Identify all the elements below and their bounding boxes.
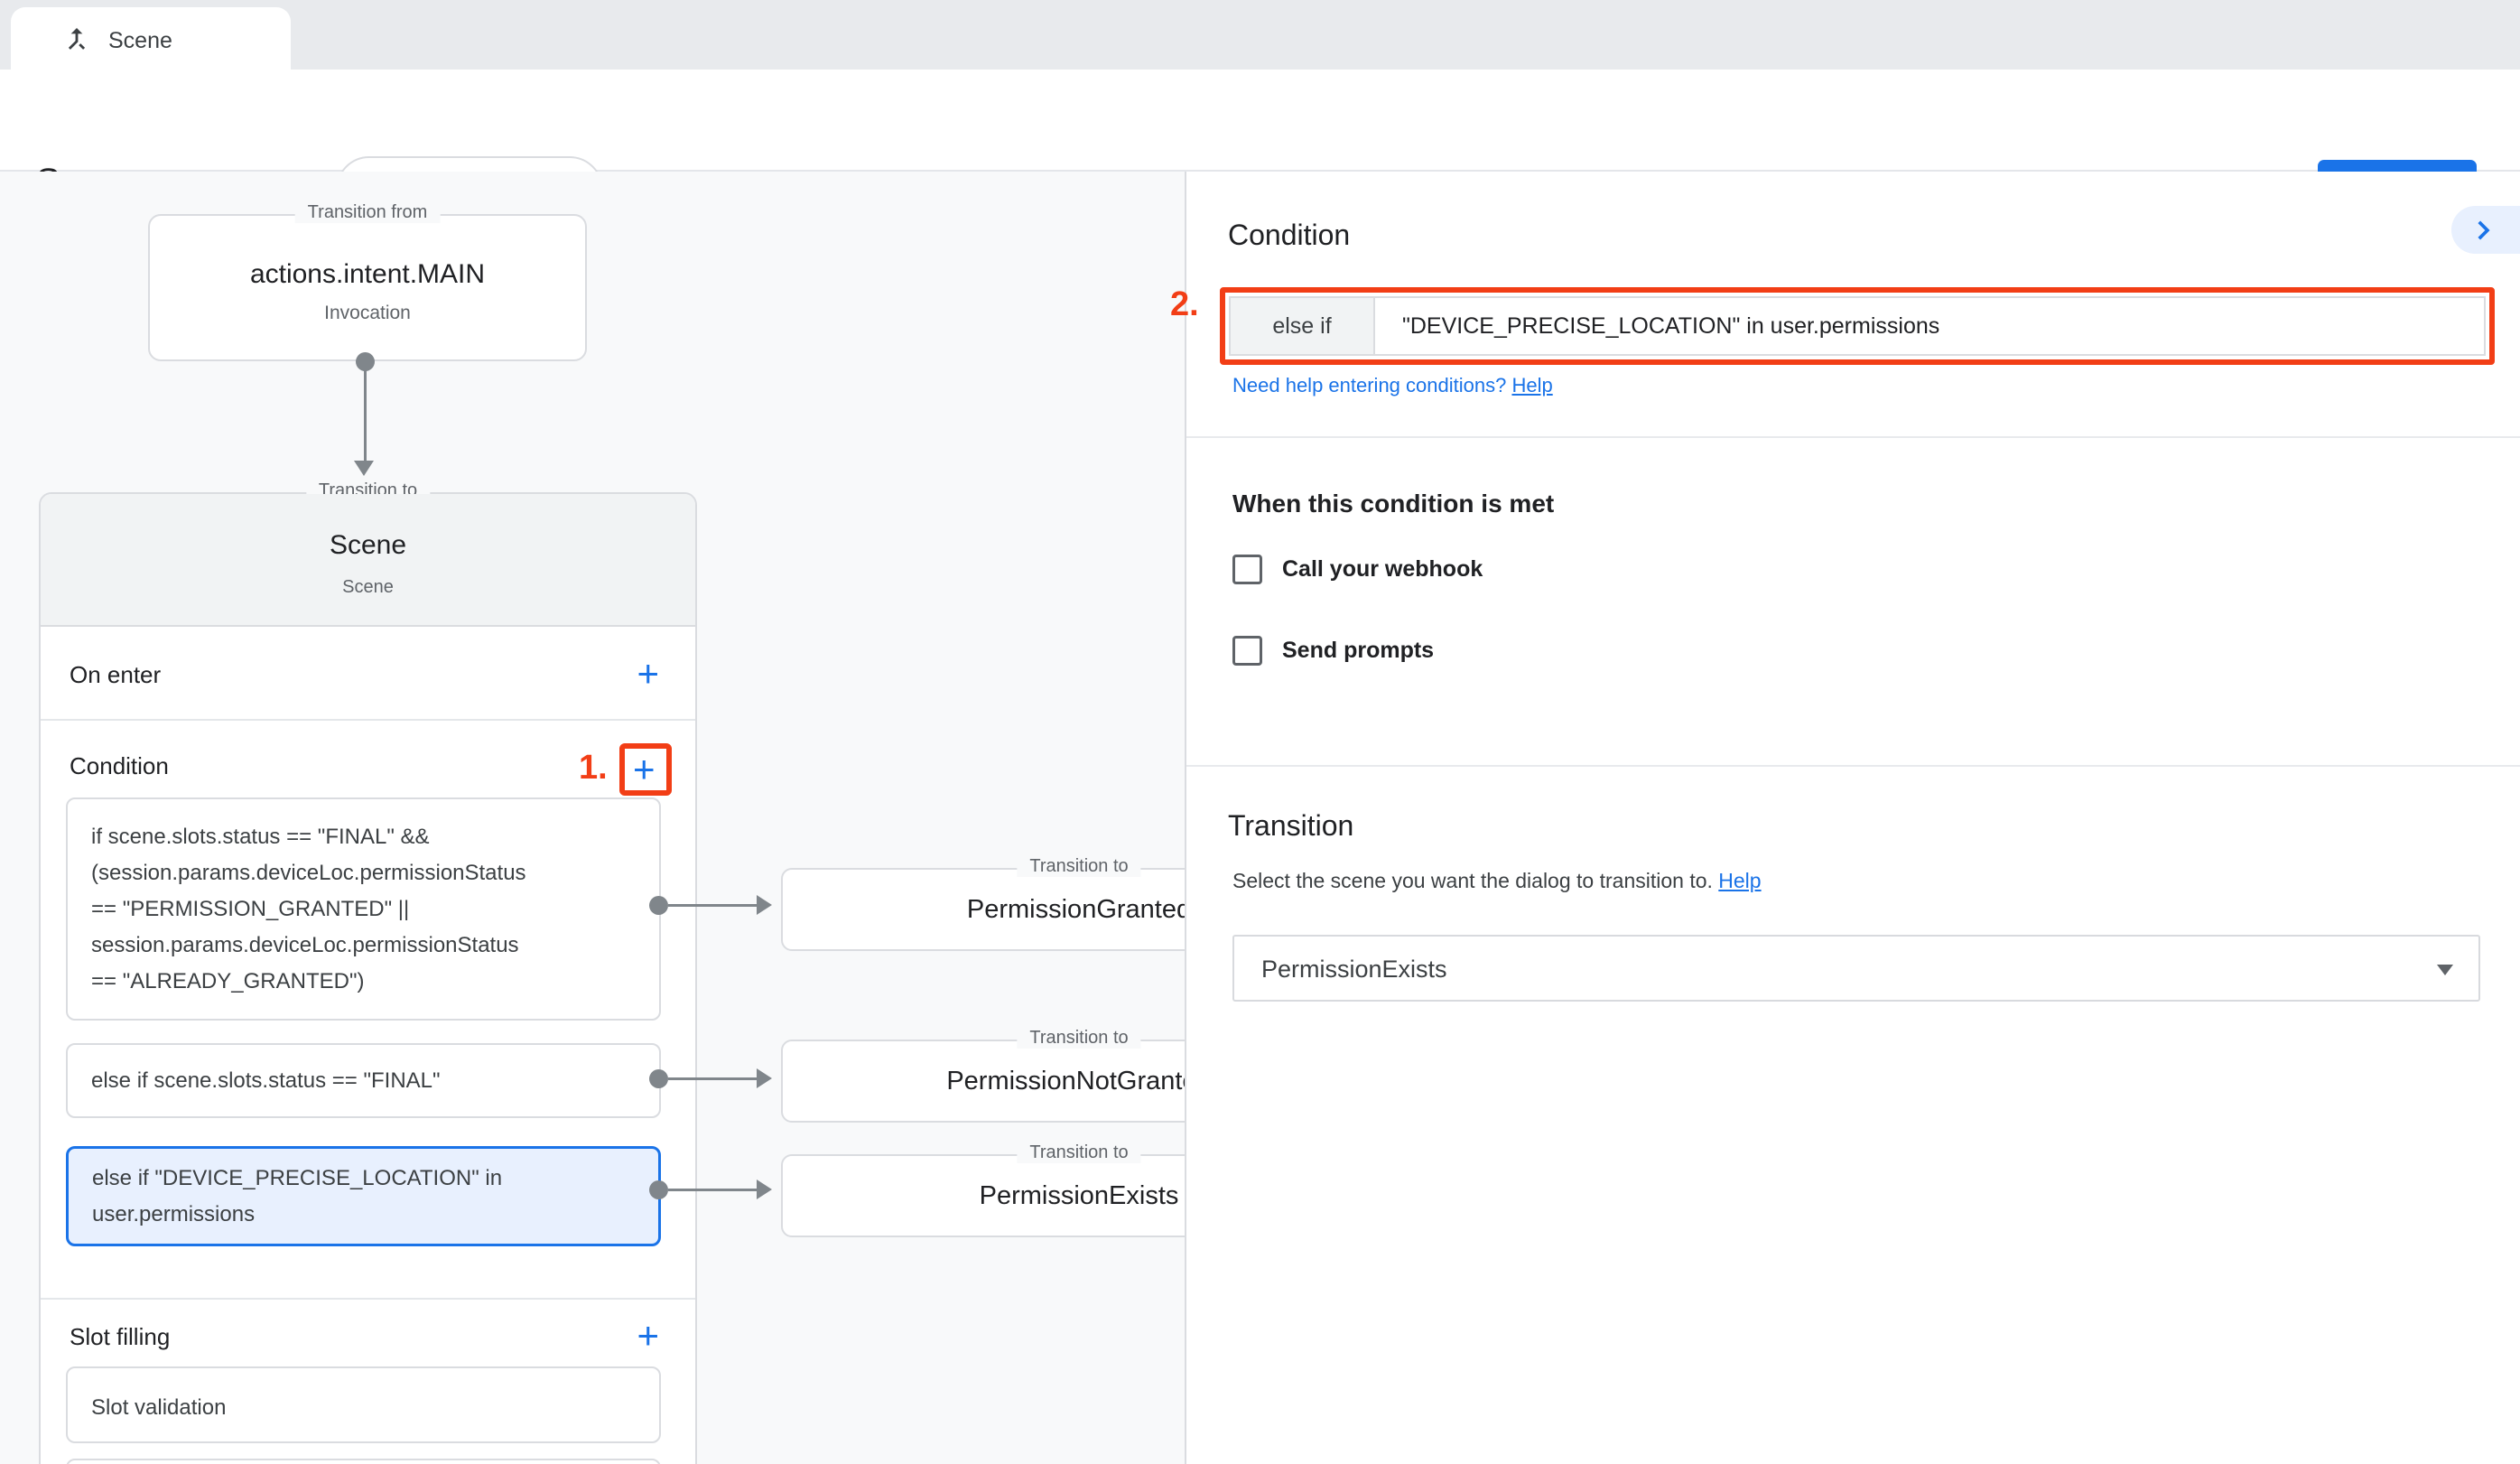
intent-type: Invocation: [150, 303, 585, 324]
scene-node-card: Transition to Scene Scene On enter + Con…: [39, 492, 697, 1464]
help-prompt-text: Need help entering conditions?: [1232, 374, 1506, 396]
condition-line: (session.params.deviceLoc.permissionStat…: [91, 855, 636, 891]
condition-line: == "ALREADY_GRANTED"): [91, 964, 636, 1000]
scene-name: Scene: [41, 530, 695, 561]
highlight-ring: +: [619, 743, 672, 796]
section-slot-filling: Slot filling: [70, 1323, 170, 1351]
node-legend: Transition from: [295, 202, 441, 223]
tab-scene[interactable]: Scene: [11, 7, 291, 70]
annotation-step-2: 2.: [1170, 285, 1199, 324]
slot-card-label: Slot validation: [91, 1390, 636, 1426]
connector-dot: [649, 1069, 668, 1088]
arrow-right-icon: [757, 1180, 772, 1199]
add-condition-button[interactable]: +: [633, 751, 656, 788]
add-slot-button[interactable]: +: [637, 1317, 659, 1355]
condition-line: == "PERMISSION_GRANTED" ||: [91, 891, 636, 928]
slot-validation-card[interactable]: Slot validation: [66, 1366, 661, 1443]
else-if-chip: else if: [1231, 298, 1375, 354]
arrow-right-icon: [757, 1068, 772, 1088]
panel-heading-condition: Condition: [1228, 219, 1350, 252]
annotation-step-1: 1.: [579, 749, 608, 788]
page-header: Scene English Cancel Save: [0, 70, 2520, 172]
condition-line: if scene.slots.status == "FINAL" &&: [91, 819, 636, 855]
intent-name: actions.intent.MAIN: [150, 259, 585, 290]
scene-type: Scene: [41, 577, 695, 598]
condition-line: user.permissions: [92, 1197, 635, 1233]
connector-dot: [649, 1180, 668, 1199]
condition-line: session.params.deviceLoc.permissionStatu…: [91, 928, 636, 964]
actions-builder-window: Scene Scene English Cancel Save Transiti…: [0, 0, 2520, 1464]
transition-scene-dropdown[interactable]: PermissionExists: [1232, 935, 2480, 1002]
divider: [41, 1298, 695, 1300]
condition-editor-panel: Condition 2. else if Need help entering …: [1185, 172, 2520, 1464]
condition-field: else if: [1229, 296, 2486, 356]
browser-tab-strip: Scene: [0, 0, 2520, 70]
node-transition-from[interactable]: Transition from actions.intent.MAIN Invo…: [148, 214, 587, 361]
merge-type-icon: [61, 23, 92, 54]
dropdown-value: PermissionExists: [1261, 956, 1447, 984]
chevron-right-icon: [2468, 215, 2498, 246]
connector-dot: [649, 896, 668, 915]
arrow-down-icon: [354, 461, 374, 476]
condition-card-1[interactable]: if scene.slots.status == "FINAL" && (ses…: [66, 797, 661, 1021]
transition-help-link[interactable]: Help: [1718, 869, 1761, 892]
condition-line: else if "DEVICE_PRECISE_LOCATION" in: [92, 1161, 635, 1197]
tab-label: Scene: [108, 28, 172, 54]
add-on-enter-button[interactable]: +: [637, 655, 659, 693]
panel-heading-transition: Transition: [1228, 809, 1353, 843]
scene-flow-canvas: Transition from actions.intent.MAIN Invo…: [0, 172, 1185, 1464]
when-condition-heading: When this condition is met: [1232, 490, 1554, 518]
condition-card-3-selected[interactable]: else if "DEVICE_PRECISE_LOCATION" in use…: [66, 1146, 661, 1246]
highlight-frame: else if: [1220, 287, 2495, 365]
dropdown-caret-icon: [2437, 965, 2453, 975]
checkbox-send-prompts[interactable]: [1232, 636, 1262, 666]
connector-line: [668, 904, 758, 907]
checkbox-label-prompts: Send prompts: [1282, 636, 1434, 666]
connector-line: [668, 1077, 758, 1080]
divider: [41, 719, 695, 721]
transition-desc-text: Select the scene you want the dialog to …: [1232, 869, 1713, 892]
section-condition: Condition: [70, 752, 169, 780]
divider: [1186, 765, 2520, 767]
connector-line: [364, 365, 367, 462]
connector-line: [668, 1189, 758, 1191]
help-link[interactable]: Help: [1511, 374, 1552, 396]
collapse-panel-button[interactable]: [2451, 206, 2520, 254]
transition-description: Select the scene you want the dialog to …: [1232, 869, 1762, 893]
condition-line: else if scene.slots.status == "FINAL": [91, 1063, 636, 1099]
arrow-right-icon: [757, 895, 772, 915]
checkbox-label-webhook: Call your webhook: [1282, 555, 1483, 584]
divider: [1186, 436, 2520, 438]
condition-card-2[interactable]: else if scene.slots.status == "FINAL": [66, 1043, 661, 1118]
scene-node-header[interactable]: Scene Scene: [41, 494, 695, 627]
section-on-enter: On enter: [70, 661, 161, 689]
condition-input[interactable]: [1375, 298, 2484, 354]
checkbox-call-webhook[interactable]: [1232, 555, 1262, 584]
condition-help-line: Need help entering conditions? Help: [1232, 374, 1553, 397]
slot-card-partial[interactable]: [66, 1459, 661, 1464]
